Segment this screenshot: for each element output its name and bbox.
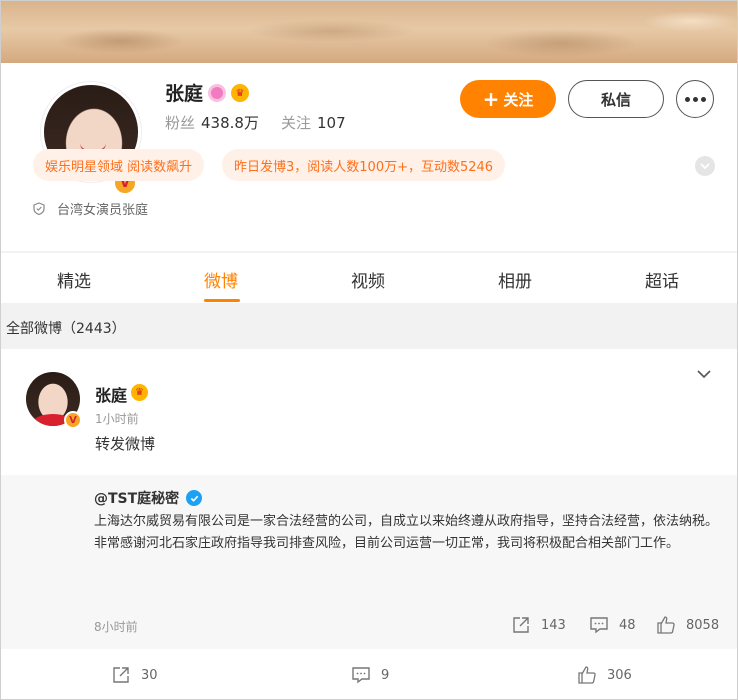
share-count: 143 bbox=[541, 617, 566, 633]
comment-icon bbox=[352, 667, 370, 684]
chevron-down-icon[interactable] bbox=[697, 369, 711, 379]
member-ring-icon[interactable] bbox=[208, 84, 226, 102]
like-count: 306 bbox=[607, 667, 632, 683]
post-card: V 张庭 ♛ 1小时前 转发微博 @TST庭秘密 上海达尔威贸易有限公司是一家合… bbox=[1, 349, 737, 699]
repost-comment-button[interactable]: 48 bbox=[589, 615, 636, 635]
profile-header: V 张庭 ♛ 粉丝 438.8万 关注 107 + 关注 私信 娱乐明星领域 阅读数飙… bbox=[1, 63, 737, 251]
tab-weibo[interactable]: 微博 bbox=[204, 267, 238, 292]
post-action-bar: 30 9 306 bbox=[1, 649, 737, 699]
crown-badge-icon[interactable]: ♛ bbox=[231, 84, 249, 102]
post-time[interactable]: 1小时前 bbox=[95, 410, 139, 427]
profile-stats: 粉丝 438.8万 关注 107 bbox=[165, 112, 368, 133]
comment-count: 48 bbox=[619, 617, 636, 633]
repost-author[interactable]: @TST庭秘密 bbox=[94, 488, 203, 508]
comment-count: 9 bbox=[381, 667, 390, 683]
app-frame: V 张庭 ♛ 粉丝 438.8万 关注 107 + 关注 私信 娱乐明星领域 阅读数飙… bbox=[0, 0, 738, 700]
following-count[interactable]: 107 bbox=[317, 114, 346, 132]
profile-description: 台湾女演员张庭 bbox=[33, 199, 148, 218]
feed-count-bar: 全部微博（2443） bbox=[1, 303, 737, 349]
share-icon bbox=[113, 667, 129, 683]
feed-count: 全部微博（2443） bbox=[6, 321, 126, 337]
follow-button-label: 关注 bbox=[503, 90, 534, 109]
shield-icon bbox=[33, 202, 45, 215]
repost-body: 上海达尔威贸易有限公司是一家合法经营的公司，自成立以来始终遵从政府指导，坚持合法… bbox=[94, 511, 724, 555]
repost-body-line: 非常感谢河北石家庄政府指导我司排查风险，目前公司运营一切正常，我司将积极配合相关… bbox=[94, 536, 680, 551]
cover-image bbox=[1, 1, 737, 63]
profile-tabs: 精选 微博 视频 相册 超话 bbox=[1, 253, 737, 303]
thumbs-up-icon bbox=[657, 616, 675, 634]
chevron-down-icon bbox=[700, 163, 710, 170]
following-label[interactable]: 关注 bbox=[281, 114, 311, 132]
tab-featured[interactable]: 精选 bbox=[57, 267, 91, 292]
more-options-button[interactable] bbox=[676, 80, 714, 118]
share-button[interactable]: 30 bbox=[111, 665, 158, 685]
tab-album[interactable]: 相册 bbox=[498, 267, 532, 292]
like-button[interactable]: 306 bbox=[577, 665, 632, 685]
dot-icon bbox=[684, 96, 690, 102]
verified-badge-icon: V bbox=[64, 411, 82, 429]
tab-video[interactable]: 视频 bbox=[351, 267, 385, 292]
follow-button[interactable]: + 关注 bbox=[460, 80, 556, 118]
share-icon bbox=[513, 617, 529, 633]
repost-time[interactable]: 8小时前 bbox=[94, 618, 138, 635]
post-author[interactable]: 张庭 bbox=[95, 382, 127, 406]
repost-share-button[interactable]: 143 bbox=[511, 615, 566, 635]
message-button[interactable]: 私信 bbox=[568, 80, 664, 118]
activity-tag[interactable]: 昨日发博3，阅读人数100万+，互动数5246 bbox=[222, 149, 506, 181]
comment-icon bbox=[590, 617, 608, 634]
reposted-content[interactable]: @TST庭秘密 上海达尔威贸易有限公司是一家合法经营的公司，自成立以来始终遵从政… bbox=[1, 475, 737, 649]
active-tab-indicator bbox=[204, 299, 240, 302]
dot-icon bbox=[692, 96, 698, 102]
comment-button[interactable]: 9 bbox=[351, 665, 389, 685]
share-count: 30 bbox=[141, 667, 158, 683]
tab-supertopic[interactable]: 超话 bbox=[645, 267, 679, 292]
dot-icon bbox=[700, 96, 706, 102]
repost-like-button[interactable]: 8058 bbox=[656, 615, 719, 635]
profile-name: 张庭 bbox=[165, 83, 204, 105]
blue-verified-icon bbox=[186, 490, 203, 506]
trend-tag[interactable]: 娱乐明星领域 阅读数飙升 bbox=[33, 149, 205, 181]
followers-label[interactable]: 粉丝 bbox=[165, 114, 195, 132]
description-text: 台湾女演员张庭 bbox=[57, 203, 149, 218]
plus-icon: + bbox=[482, 87, 500, 111]
expand-profile-button[interactable] bbox=[695, 156, 715, 176]
like-count: 8058 bbox=[686, 617, 720, 633]
post-text: 转发微博 bbox=[95, 435, 156, 453]
crown-badge-icon[interactable]: ♛ bbox=[131, 384, 148, 401]
message-button-label: 私信 bbox=[600, 90, 631, 109]
followers-count[interactable]: 438.8万 bbox=[201, 114, 259, 132]
thumbs-up-icon bbox=[578, 666, 596, 684]
repost-body-line: 上海达尔威贸易有限公司是一家合法经营的公司，自成立以来始终遵从政府指导，坚持合法… bbox=[94, 514, 719, 529]
repost-author-name[interactable]: @TST庭秘密 bbox=[94, 488, 179, 508]
